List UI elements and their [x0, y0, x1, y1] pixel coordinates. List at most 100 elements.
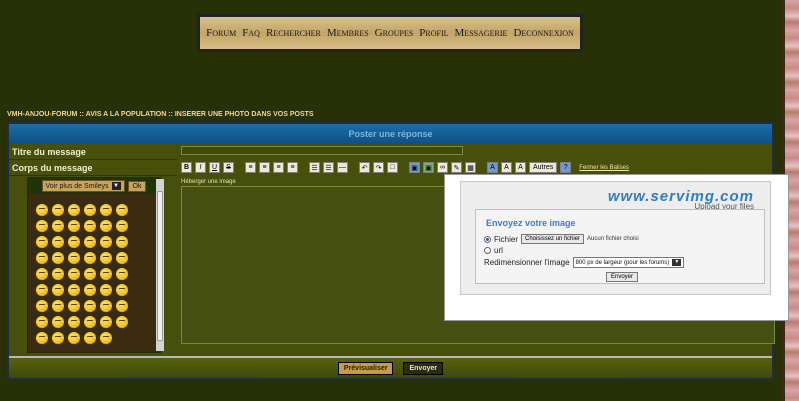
smiley-icon[interactable]: [84, 300, 96, 312]
font-color-icon[interactable]: A: [487, 162, 498, 173]
close-tags-link[interactable]: Fermer les Balises: [579, 165, 629, 171]
font-size-icon[interactable]: A: [501, 162, 512, 173]
align-center-icon[interactable]: ≡: [259, 162, 270, 173]
smiley-icon[interactable]: [100, 268, 112, 280]
smiley-icon[interactable]: [36, 316, 48, 328]
align-left-icon[interactable]: ≡: [245, 162, 256, 173]
smiley-icon[interactable]: [36, 236, 48, 248]
smiley-icon[interactable]: [52, 252, 64, 264]
table-icon[interactable]: ▦: [465, 162, 476, 173]
choose-file-button[interactable]: Choisissez un fichier: [521, 234, 585, 244]
smiley-icon[interactable]: [36, 332, 48, 344]
smiley-icon[interactable]: [100, 252, 112, 264]
smiley-icon[interactable]: [116, 252, 128, 264]
justify-icon[interactable]: ≡: [287, 162, 298, 173]
image-icon[interactable]: ▣: [409, 162, 420, 173]
url-radio[interactable]: [484, 247, 491, 254]
smiley-icon[interactable]: [84, 220, 96, 232]
smiley-icon[interactable]: [52, 268, 64, 280]
smiley-icon[interactable]: [68, 332, 80, 344]
nav-messagerie[interactable]: Messagerie: [455, 27, 508, 39]
smiley-icon[interactable]: [68, 236, 80, 248]
italic-button[interactable]: I: [195, 162, 206, 173]
smiley-icon[interactable]: [36, 268, 48, 280]
smiley-icon[interactable]: [68, 252, 80, 264]
host-image-link[interactable]: Héberger une image: [181, 179, 236, 185]
numbered-list-icon[interactable]: ☰: [323, 162, 334, 173]
smiley-icon[interactable]: [116, 236, 128, 248]
link-icon[interactable]: ∞: [437, 162, 448, 173]
nav-faq[interactable]: Faq: [242, 27, 260, 39]
smiley-icon[interactable]: [84, 316, 96, 328]
nav-rechercher[interactable]: Rechercher: [266, 27, 321, 39]
smiley-icon[interactable]: [116, 316, 128, 328]
scrollbar-thumb[interactable]: [157, 191, 163, 341]
smiley-icon[interactable]: [52, 220, 64, 232]
smiley-icon[interactable]: [116, 220, 128, 232]
smiley-icon[interactable]: [100, 204, 112, 216]
smiley-icon[interactable]: [36, 204, 48, 216]
smiley-icon[interactable]: [84, 268, 96, 280]
smiley-icon[interactable]: [100, 284, 112, 296]
file-radio[interactable]: [484, 235, 491, 243]
bold-button[interactable]: B: [181, 162, 192, 173]
smiley-icon[interactable]: [36, 284, 48, 296]
smiley-ok-button[interactable]: Ok: [127, 180, 147, 192]
send-button[interactable]: Envoyer: [403, 361, 444, 375]
smiley-scrollbar[interactable]: [156, 179, 164, 351]
smiley-icon[interactable]: [52, 236, 64, 248]
smiley-icon[interactable]: [84, 252, 96, 264]
smiley-icon[interactable]: [100, 332, 112, 344]
pen-icon[interactable]: ✎: [451, 162, 462, 173]
strike-button[interactable]: S: [223, 162, 234, 173]
smiley-icon[interactable]: [84, 236, 96, 248]
smiley-icon[interactable]: [52, 316, 64, 328]
smiley-select[interactable]: Voir plus de Smileys ▼: [41, 180, 125, 192]
smiley-icon[interactable]: [116, 284, 128, 296]
smiley-icon[interactable]: [116, 204, 128, 216]
smiley-icon[interactable]: [68, 220, 80, 232]
breadcrumb[interactable]: VMH-ANJOU-FORUM :: AVIS A LA POPULATION …: [7, 111, 314, 118]
resize-select[interactable]: 800 px de largeur (pour les forums) ▼: [572, 257, 685, 268]
preview-button[interactable]: Prévisualiser: [337, 361, 394, 375]
smiley-icon[interactable]: [84, 284, 96, 296]
smiley-icon[interactable]: [100, 300, 112, 312]
smiley-icon[interactable]: [36, 300, 48, 312]
smiley-icon[interactable]: [100, 236, 112, 248]
smiley-icon[interactable]: [68, 316, 80, 328]
smiley-icon[interactable]: [52, 300, 64, 312]
smiley-icon[interactable]: [84, 332, 96, 344]
smiley-icon[interactable]: [52, 204, 64, 216]
smiley-icon[interactable]: [116, 300, 128, 312]
list-icon[interactable]: ☰: [309, 162, 320, 173]
font-face-icon[interactable]: A: [515, 162, 526, 173]
hr-icon[interactable]: —: [337, 162, 348, 173]
nav-forum[interactable]: Forum: [206, 27, 236, 39]
underline-button[interactable]: U: [209, 162, 220, 173]
smiley-icon[interactable]: [100, 316, 112, 328]
nav-groupes[interactable]: Groupes: [375, 27, 414, 39]
align-right-icon[interactable]: ≡: [273, 162, 284, 173]
smiley-icon[interactable]: [68, 284, 80, 296]
smiley-icon[interactable]: [68, 204, 80, 216]
frame-icon[interactable]: □: [387, 162, 398, 173]
smiley-icon[interactable]: [68, 268, 80, 280]
image-upload-icon[interactable]: ▣: [423, 162, 434, 173]
smiley-icon[interactable]: [68, 300, 80, 312]
undo-icon[interactable]: ↶: [359, 162, 370, 173]
title-input[interactable]: [181, 146, 463, 155]
redo-icon[interactable]: ↷: [373, 162, 384, 173]
nav-profil[interactable]: Profil: [419, 27, 448, 39]
nav-membres[interactable]: Membres: [327, 27, 369, 39]
smiley-icon[interactable]: [52, 332, 64, 344]
smiley-icon[interactable]: [116, 268, 128, 280]
upload-submit-button[interactable]: Envoyer: [606, 272, 639, 282]
smiley-icon[interactable]: [100, 220, 112, 232]
smiley-icon[interactable]: [36, 220, 48, 232]
smiley-icon[interactable]: [52, 284, 64, 296]
nav-deconnexion[interactable]: Deconnexion: [513, 27, 573, 39]
smiley-icon[interactable]: [36, 252, 48, 264]
smiley-icon[interactable]: [84, 204, 96, 216]
help-icon[interactable]: ?: [560, 162, 572, 173]
autres-button[interactable]: Autres: [529, 162, 558, 173]
